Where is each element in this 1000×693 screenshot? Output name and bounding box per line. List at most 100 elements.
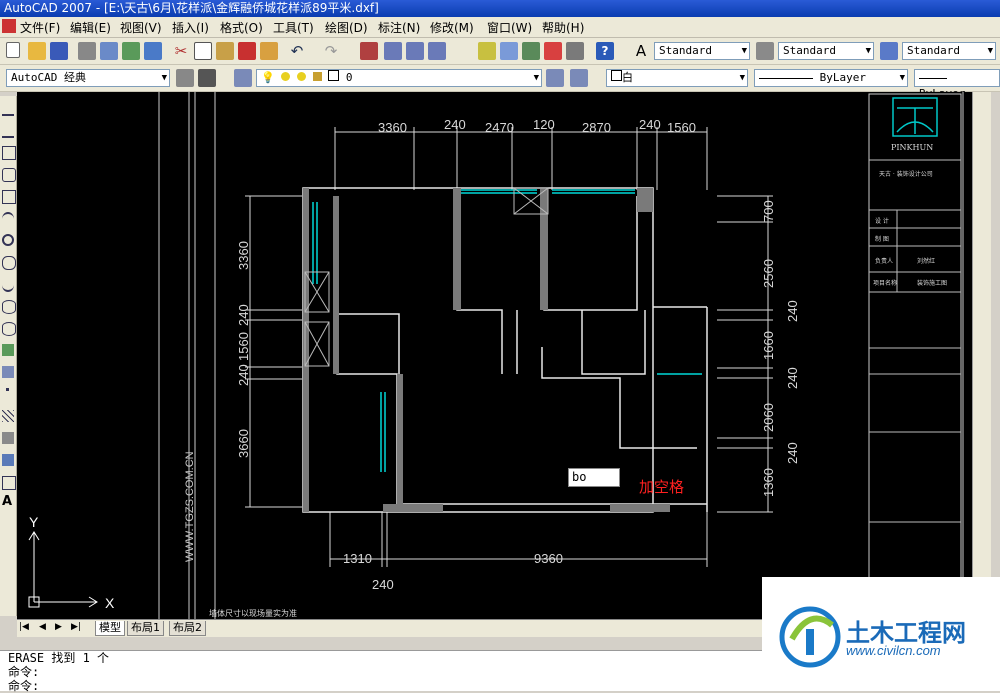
- rectangle-icon[interactable]: [2, 190, 16, 204]
- workspace-select[interactable]: AutoCAD 经典 ▼: [6, 69, 170, 87]
- dim-left-3: 1560: [236, 332, 251, 361]
- linetype-preview: [759, 77, 813, 79]
- dim-top-4: 120: [533, 117, 555, 132]
- make-block-icon[interactable]: [2, 366, 14, 378]
- inline-text-editor[interactable]: bo: [568, 468, 620, 487]
- tab-layout1[interactable]: 布局1: [127, 621, 164, 636]
- paste-icon[interactable]: [216, 42, 234, 60]
- cut-icon[interactable]: ✂: [172, 42, 190, 60]
- dimension-left: [245, 195, 302, 508]
- region-icon[interactable]: [2, 454, 14, 466]
- tool-palettes-icon[interactable]: [522, 42, 540, 60]
- print-icon[interactable]: [78, 42, 96, 60]
- new-file-icon[interactable]: [6, 42, 20, 58]
- point-icon[interactable]: [6, 388, 9, 391]
- tab-layout2[interactable]: 布局2: [169, 621, 206, 636]
- save-icon[interactable]: [50, 42, 68, 60]
- layer-manager-icon[interactable]: [234, 69, 252, 87]
- print-preview-icon[interactable]: [100, 42, 118, 60]
- menu-help[interactable]: 帮助(H): [542, 19, 584, 36]
- copy-icon[interactable]: [194, 42, 212, 60]
- lineweight-select[interactable]: ByLayer: [914, 69, 1000, 100]
- workspace-settings-icon[interactable]: [176, 69, 194, 87]
- shafts: [304, 187, 549, 367]
- table-style-icon[interactable]: [880, 42, 898, 60]
- dim-right-1: 700: [761, 200, 776, 222]
- zoom-window-icon[interactable]: [406, 42, 424, 60]
- table-style-select[interactable]: Standard ▼: [902, 42, 996, 60]
- calculator-icon[interactable]: [566, 42, 584, 60]
- dim-bottom-sub: 240: [372, 577, 394, 592]
- construction-line-icon[interactable]: [2, 124, 14, 138]
- hatch-icon[interactable]: [2, 410, 14, 422]
- text-style-value: Standard: [659, 44, 712, 57]
- drawing-canvas[interactable]: WWW.TGZS.COM.CN 3360 240 2470 120 2870 2…: [17, 92, 972, 619]
- tab-model[interactable]: 模型: [95, 621, 125, 636]
- tab-prev-icon[interactable]: ◀: [39, 622, 46, 632]
- site-url: www.civilcn.com: [846, 643, 941, 658]
- menu-draw[interactable]: 绘图(D): [325, 19, 368, 36]
- properties-icon[interactable]: [478, 42, 496, 60]
- zoom-realtime-icon[interactable]: [384, 42, 402, 60]
- insert-block-icon[interactable]: [2, 344, 14, 356]
- redo-icon[interactable]: ↷: [322, 42, 340, 60]
- menu-edit[interactable]: 编辑(E): [70, 19, 111, 36]
- spline-icon[interactable]: [2, 278, 14, 292]
- help-icon[interactable]: ?: [596, 42, 614, 60]
- chevron-down-icon: ▼: [899, 73, 905, 83]
- layer-select[interactable]: 💡 0 ▼: [256, 69, 542, 87]
- workspace-save-icon[interactable]: [198, 69, 216, 87]
- zoom-previous-icon[interactable]: [428, 42, 446, 60]
- title-block-draw-label: 制 图: [875, 235, 889, 243]
- layer-color-icon: [328, 70, 340, 81]
- menu-view[interactable]: 视图(V): [120, 19, 162, 36]
- undo-icon[interactable]: ↶: [288, 42, 306, 60]
- menu-tools[interactable]: 工具(T): [273, 19, 314, 36]
- ellipse-arc-icon[interactable]: [2, 322, 16, 336]
- revision-cloud-icon[interactable]: [2, 256, 16, 270]
- make-object-layer-current-icon[interactable]: [546, 69, 564, 87]
- open-file-icon[interactable]: [28, 42, 46, 60]
- dim-style-icon[interactable]: [756, 42, 774, 60]
- menu-file[interactable]: 文件(F): [20, 19, 60, 36]
- layer-previous-icon[interactable]: [570, 69, 588, 87]
- circle-icon[interactable]: [2, 234, 14, 246]
- dim-right-5: 240: [785, 367, 800, 389]
- table-icon[interactable]: [2, 476, 16, 490]
- dim-top-1: 3360: [378, 120, 407, 135]
- linetype-select[interactable]: ByLayer ▼: [754, 69, 908, 87]
- gradient-icon[interactable]: [2, 432, 14, 444]
- vertical-scrollbar[interactable]: [972, 92, 991, 619]
- text-style-select[interactable]: Standard ▼: [654, 42, 750, 60]
- arc-icon[interactable]: [2, 212, 14, 226]
- dim-top-2: 240: [444, 117, 466, 132]
- match-properties-icon[interactable]: [238, 42, 256, 60]
- design-center-icon[interactable]: [500, 42, 518, 60]
- publish-icon[interactable]: [122, 42, 140, 60]
- menu-dimension[interactable]: 标注(N): [378, 19, 420, 36]
- tab-first-icon[interactable]: |◀: [19, 622, 29, 632]
- 3d-dwf-icon[interactable]: [144, 42, 162, 60]
- sheet-set-icon[interactable]: [544, 42, 562, 60]
- dim-style-select[interactable]: Standard ▼: [778, 42, 874, 60]
- tab-next-icon[interactable]: ▶: [55, 622, 62, 632]
- tab-last-icon[interactable]: ▶|: [71, 622, 81, 632]
- menu-window[interactable]: 窗口(W): [487, 19, 532, 36]
- block-editor-icon[interactable]: [260, 42, 278, 60]
- menu-insert[interactable]: 插入(I): [172, 19, 209, 36]
- polyline-icon[interactable]: [2, 146, 16, 160]
- multiline-text-icon[interactable]: A: [2, 495, 14, 508]
- polygon-icon[interactable]: [2, 168, 16, 182]
- app-icon[interactable]: [2, 19, 16, 33]
- menu-modify[interactable]: 修改(M): [430, 19, 474, 36]
- draw-toolbar: A: [0, 96, 17, 616]
- line-icon[interactable]: [2, 102, 14, 116]
- dimension-top: [334, 127, 708, 190]
- color-select[interactable]: 白 ▼: [606, 69, 748, 87]
- ellipse-icon[interactable]: [2, 300, 16, 314]
- menu-format[interactable]: 格式(O): [220, 19, 263, 36]
- walls: [302, 187, 708, 513]
- pan-icon[interactable]: [360, 42, 378, 60]
- chevron-down-icon: ▼: [739, 73, 745, 83]
- text-style-icon[interactable]: A: [632, 42, 650, 60]
